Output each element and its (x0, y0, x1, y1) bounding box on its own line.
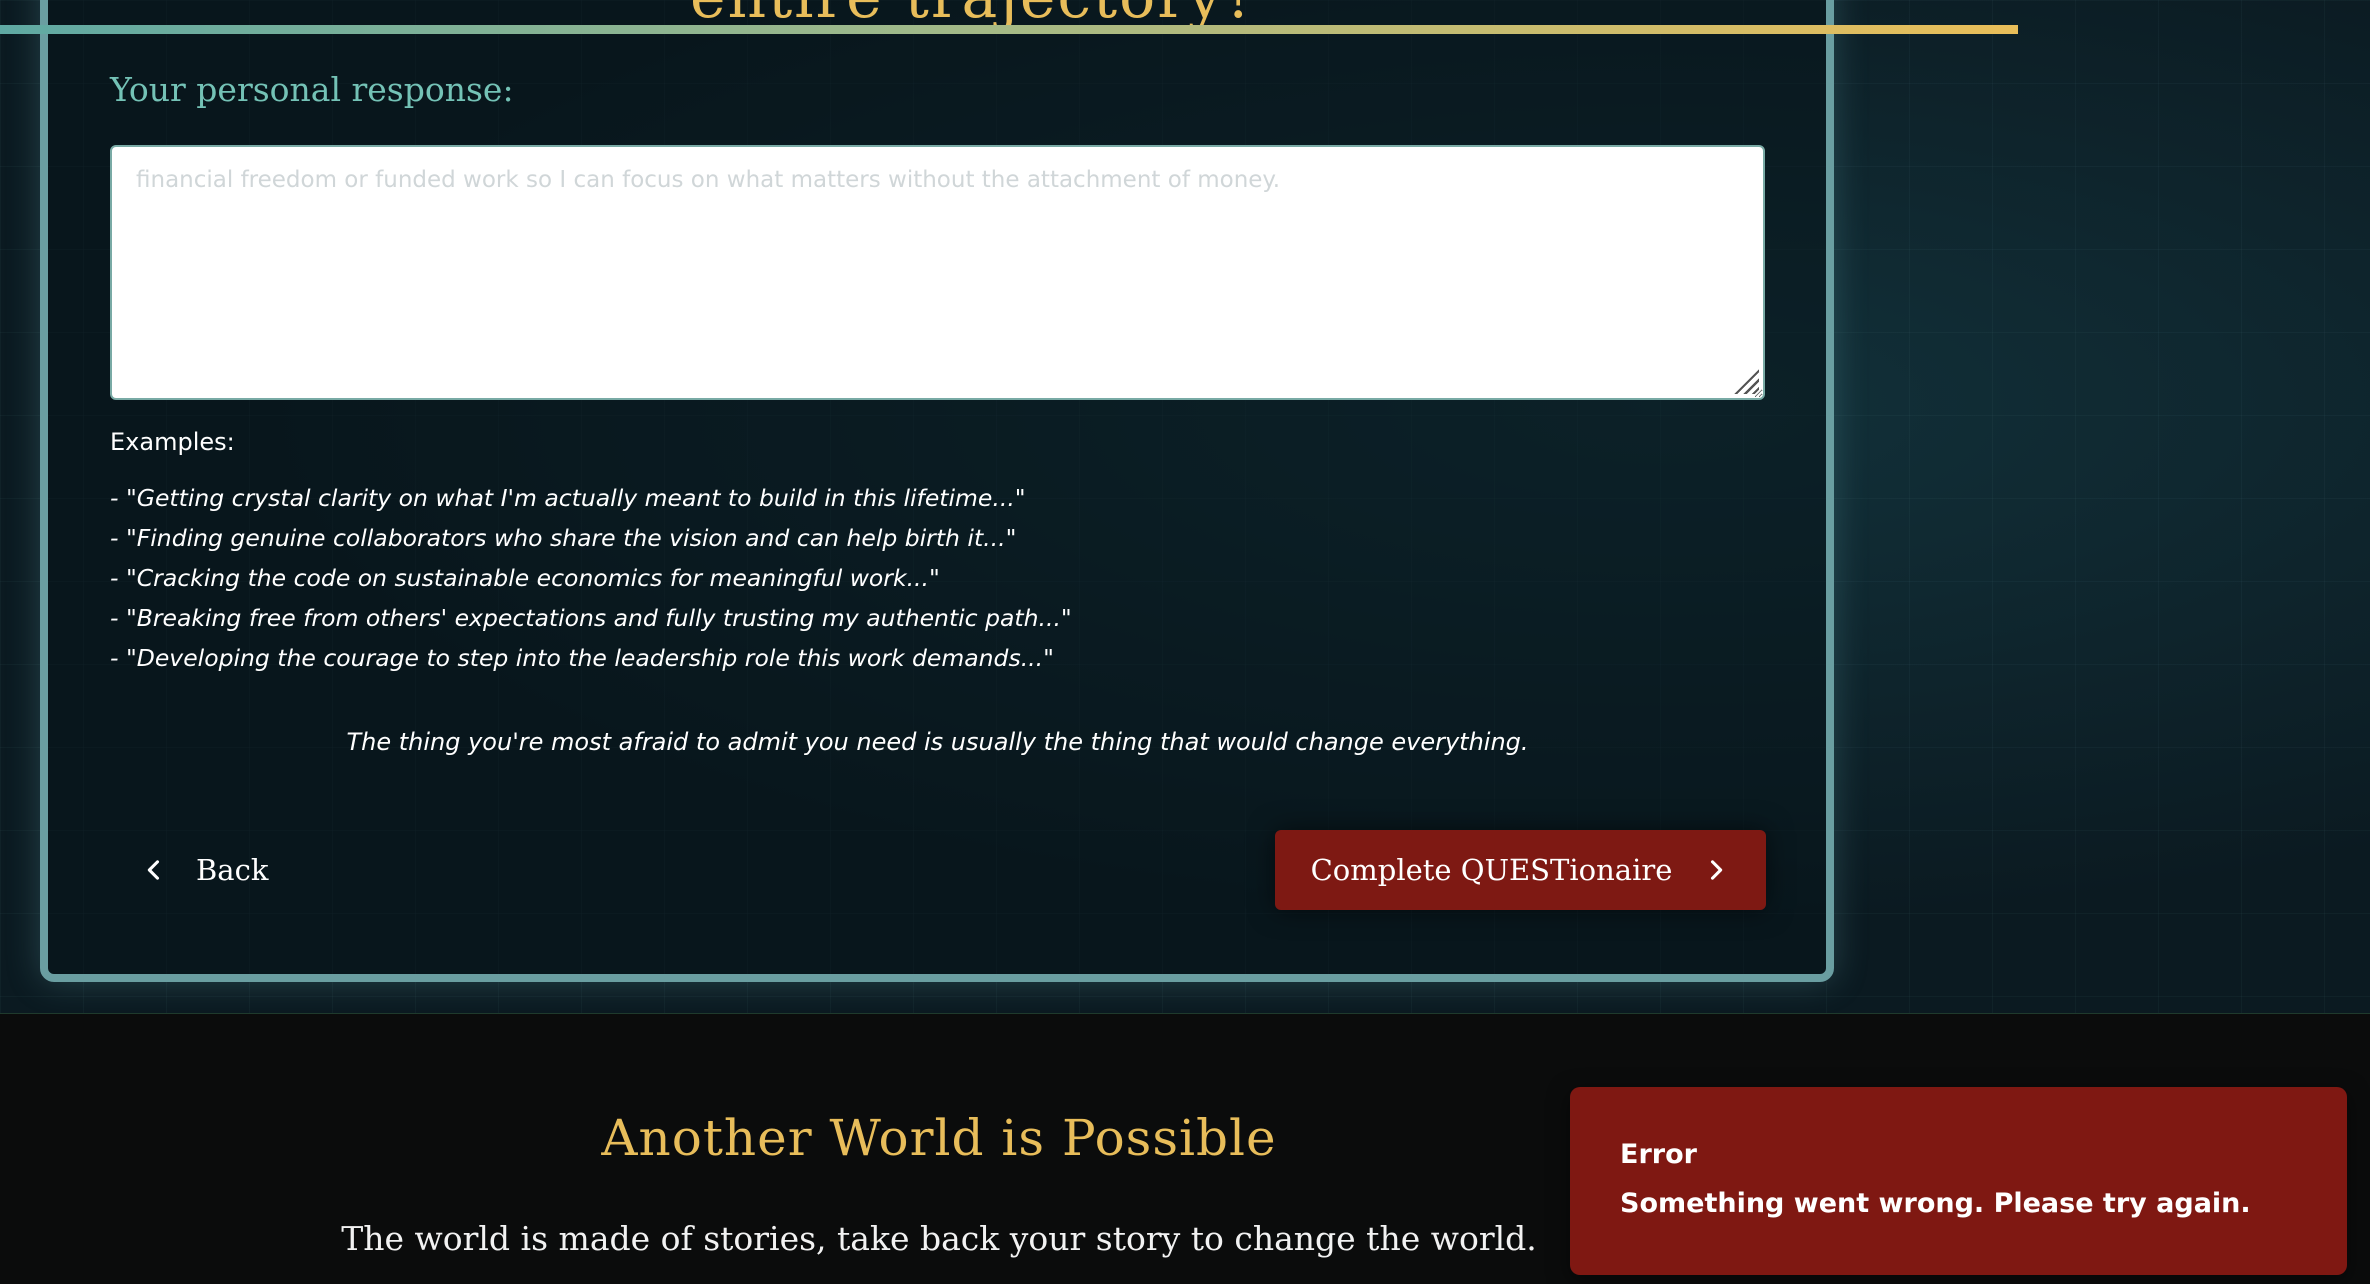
example-item: - "Cracking the code on sustainable econ… (110, 564, 940, 592)
error-toast[interactable]: Error Something went wrong. Please try a… (1570, 1087, 2347, 1275)
chevron-left-icon (147, 860, 160, 880)
chevron-right-icon (1711, 860, 1723, 880)
back-label: Back (196, 853, 269, 887)
example-item: - "Breaking free from others' expectatio… (110, 604, 1072, 632)
resize-handle[interactable] (1733, 368, 1759, 394)
toast-title: Error (1620, 1139, 1697, 1170)
example-item: - "Developing the courage to step into t… (110, 644, 1054, 672)
encouragement-quote: The thing you're most afraid to admit yo… (346, 728, 1529, 756)
toast-message: Something went wrong. Please try again. (1620, 1188, 2251, 1219)
complete-questionnaire-button[interactable]: Complete QUESTionaire (1275, 830, 1766, 910)
examples-list: - "Getting crystal clarity on what I'm a… (110, 482, 1072, 682)
example-item: - "Finding genuine collaborators who sha… (110, 524, 1017, 552)
complete-label: Complete QUESTionaire (1310, 853, 1673, 887)
progress-bar (0, 25, 2018, 34)
response-textarea[interactable] (110, 145, 1765, 400)
back-button[interactable]: Back (140, 840, 268, 900)
example-item: - "Getting crystal clarity on what I'm a… (110, 484, 1026, 512)
response-label: Your personal response: (110, 70, 514, 109)
examples-heading: Examples: (110, 428, 235, 456)
